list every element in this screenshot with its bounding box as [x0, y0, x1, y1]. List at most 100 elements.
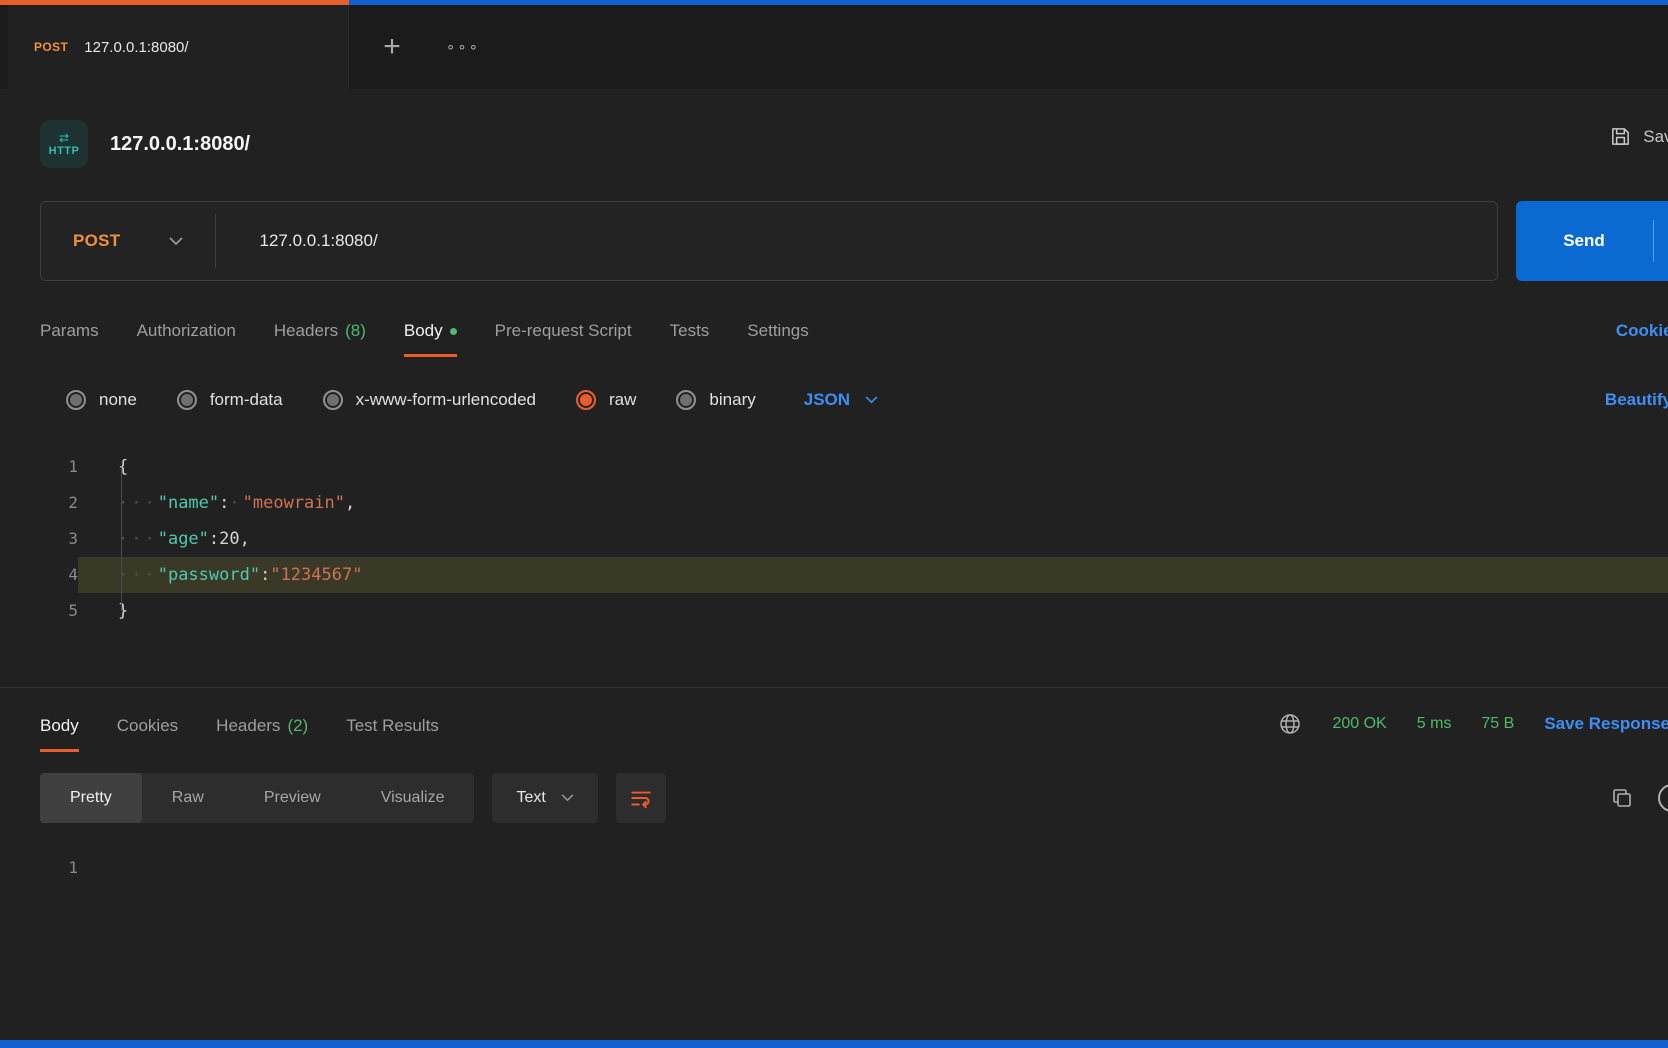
json-key: "name" [158, 493, 219, 513]
response-status-bar: 200 OK 5 ms 75 B Save Response [1278, 712, 1668, 736]
line-number: 4 [0, 557, 78, 593]
chevron-down-icon [865, 396, 878, 404]
json-brace: { [118, 457, 128, 477]
tab-authorization[interactable]: Authorization [137, 321, 236, 357]
radio-icon [66, 390, 86, 410]
line-number: 5 [0, 593, 78, 629]
radio-selected-icon [576, 390, 596, 410]
send-button[interactable]: Send [1516, 201, 1668, 281]
status-code[interactable]: 200 OK [1332, 715, 1386, 733]
send-label: Send [1563, 231, 1605, 251]
copy-response-button[interactable] [1610, 786, 1634, 810]
view-preview-button[interactable]: Preview [234, 773, 351, 823]
mode-binary[interactable]: binary [676, 390, 755, 410]
chevron-down-icon [561, 794, 574, 802]
response-headers-count-badge: (2) [287, 716, 308, 736]
request-title: 127.0.0.1:8080/ [110, 133, 250, 156]
view-mode-segment: Pretty Raw Preview Visualize [40, 773, 474, 823]
headers-count-badge: (8) [345, 321, 366, 341]
response-tab-test-results[interactable]: Test Results [346, 716, 439, 752]
code-line-5[interactable]: 5 } [0, 593, 1668, 629]
request-tab[interactable]: POST 127.0.0.1:8080/ [8, 5, 349, 89]
tab-method-badge: POST [34, 40, 68, 54]
request-header: ⇄ HTTP 127.0.0.1:8080/ Save [0, 89, 1668, 175]
view-visualize-button[interactable]: Visualize [351, 773, 475, 823]
json-key: "age" [158, 529, 209, 549]
more-tabs-button[interactable]: ∘∘∘ [435, 5, 491, 89]
whitespace-dots: ··· [118, 565, 158, 585]
response-tab-headers[interactable]: Headers (2) [216, 716, 308, 752]
plus-icon: + [383, 30, 401, 64]
view-pretty-button[interactable]: Pretty [40, 773, 142, 823]
tab-body[interactable]: Body [404, 321, 457, 357]
json-comma: , [240, 529, 250, 549]
line-number: 3 [0, 521, 78, 557]
mode-none[interactable]: none [66, 390, 137, 410]
code-line-1[interactable]: 1 { [0, 449, 1668, 485]
json-colon: : [219, 493, 229, 513]
response-tab-cookies[interactable]: Cookies [117, 716, 178, 752]
save-request-button[interactable]: Save [1609, 125, 1668, 148]
line-number: 2 [0, 485, 78, 521]
response-view-toolbar: Pretty Raw Preview Visualize Text [40, 772, 1668, 824]
json-colon: : [260, 565, 270, 585]
url-bar: POST 127.0.0.1:8080/ Send [40, 201, 1668, 281]
tab-tests[interactable]: Tests [670, 321, 710, 357]
code-line-3[interactable]: 3 ···"age":20, [0, 521, 1668, 557]
view-raw-button[interactable]: Raw [142, 773, 234, 823]
more-options-icon: ∘∘∘ [446, 38, 480, 56]
tab-params[interactable]: Params [40, 321, 99, 357]
method-label: POST [73, 231, 121, 251]
raw-language-dropdown[interactable]: JSON [804, 390, 878, 410]
beautify-link[interactable]: Beautify [1605, 390, 1668, 410]
wrap-lines-icon [628, 785, 654, 811]
code-line-2[interactable]: 2 ···"name":·"meowrain", [0, 485, 1668, 521]
copy-icon [1610, 786, 1634, 810]
response-line-number: 1 [0, 858, 78, 877]
radio-icon [323, 390, 343, 410]
body-mode-selector: none form-data x-www-form-urlencoded raw… [66, 385, 1668, 415]
response-content [78, 858, 1668, 877]
save-label: Save [1643, 127, 1668, 147]
request-body-editor[interactable]: 1 { 2 ···"name":·"meowrain", 3 ···"age":… [0, 449, 1668, 629]
url-input[interactable]: 127.0.0.1:8080/ [216, 231, 378, 251]
search-response-icon[interactable] [1658, 784, 1668, 812]
window-top-strip [0, 0, 1668, 5]
save-icon [1609, 125, 1632, 148]
mode-x-www-form-urlencoded[interactable]: x-www-form-urlencoded [323, 390, 536, 410]
response-section-tabs: Body Cookies Headers (2) Test Results 20… [40, 688, 1668, 752]
json-key: "password" [158, 565, 260, 585]
wrap-lines-button[interactable] [616, 773, 666, 823]
http-arrows-icon: ⇄ [59, 132, 69, 144]
mode-raw[interactable]: raw [576, 390, 636, 410]
tab-settings[interactable]: Settings [747, 321, 808, 357]
response-format-dropdown[interactable]: Text [492, 773, 597, 823]
radio-icon [177, 390, 197, 410]
whitespace-dots: ··· [118, 493, 158, 513]
new-tab-button[interactable]: + [349, 5, 435, 89]
tab-pre-request-script[interactable]: Pre-request Script [495, 321, 632, 357]
code-line-4-highlighted[interactable]: 4 ···"password":"1234567" [0, 557, 1668, 593]
json-brace: } [118, 601, 128, 621]
request-tab-bar: POST 127.0.0.1:8080/ + ∘∘∘ [0, 5, 1668, 89]
line-number: 1 [0, 449, 78, 485]
response-tab-body[interactable]: Body [40, 716, 79, 752]
method-dropdown[interactable]: POST [41, 231, 215, 251]
network-globe-icon[interactable] [1278, 712, 1302, 736]
response-body[interactable]: 1 [0, 858, 1668, 877]
radio-icon [676, 390, 696, 410]
bracket-guide [121, 467, 122, 611]
response-size[interactable]: 75 B [1481, 715, 1514, 733]
whitespace-dots: ··· [118, 529, 158, 549]
save-response-link[interactable]: Save Response [1544, 714, 1668, 734]
cookies-link[interactable]: Cookies [1616, 321, 1668, 341]
response-time[interactable]: 5 ms [1417, 715, 1452, 733]
http-protocol-icon: ⇄ HTTP [40, 120, 88, 168]
json-string: "meowrain" [243, 493, 345, 513]
active-tab-accent-bar [0, 0, 349, 5]
json-number: 20 [219, 529, 239, 549]
mode-form-data[interactable]: form-data [177, 390, 283, 410]
json-colon: : [209, 529, 219, 549]
tab-headers[interactable]: Headers (8) [274, 321, 366, 357]
window-bottom-strip [0, 1040, 1668, 1048]
